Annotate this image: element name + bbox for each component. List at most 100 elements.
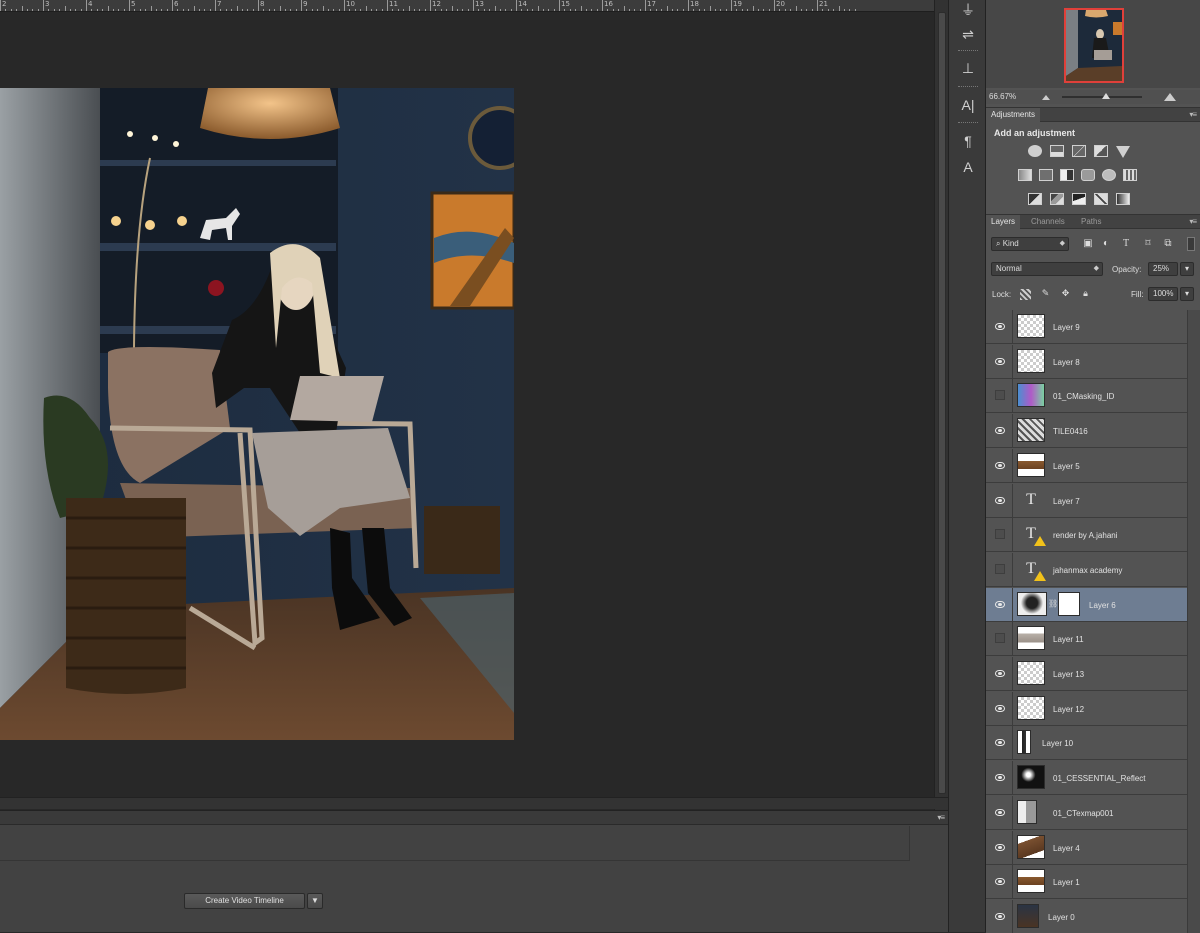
layer-row[interactable]: Layer 10 (986, 726, 1187, 761)
threshold-icon[interactable] (1072, 193, 1086, 205)
lock-image-brush-icon[interactable]: ✎ (1040, 288, 1051, 299)
document-canvas[interactable] (0, 12, 935, 797)
fill-input[interactable]: 100% (1148, 287, 1178, 301)
visibility-toggle[interactable] (986, 657, 1013, 691)
tab-paths[interactable]: Paths (1076, 215, 1106, 229)
tab-layers[interactable]: Layers (986, 215, 1021, 229)
tab-adjustments[interactable]: Adjustments (986, 108, 1041, 122)
layer-thumbnail[interactable] (1017, 869, 1045, 894)
layer-name[interactable]: Layer 13 (1053, 670, 1084, 679)
visibility-toggle[interactable] (986, 518, 1013, 553)
visibility-toggle[interactable] (986, 552, 1013, 587)
selective-color-icon[interactable] (1094, 193, 1108, 205)
character-styles-icon[interactable]: A (958, 157, 978, 177)
photo-filter-icon[interactable] (1081, 169, 1095, 181)
panel-menu-icon[interactable]: ▾≡ (937, 813, 945, 822)
zoom-out-icon[interactable] (1042, 95, 1050, 100)
visibility-toggle[interactable] (986, 865, 1013, 900)
layer-thumbnail[interactable] (1017, 626, 1045, 651)
fill-slider-button[interactable]: ▾ (1180, 287, 1194, 301)
layer-name[interactable]: 01_CESSENTIAL_Reflect (1053, 774, 1146, 783)
layer-thumbnail[interactable] (1017, 765, 1045, 790)
visibility-toggle[interactable] (986, 622, 1013, 657)
layer-row[interactable]: Layer 13 (986, 657, 1187, 691)
filter-kind-select[interactable]: ⌕ Kind ◆ (991, 237, 1069, 251)
layer-name[interactable]: render by A.jahani (1053, 531, 1118, 540)
visibility-toggle[interactable] (986, 310, 1013, 344)
layers-scrollbar[interactable] (1187, 310, 1200, 933)
visibility-toggle[interactable] (986, 483, 1013, 518)
posterize-icon[interactable] (1050, 193, 1064, 205)
levels-icon[interactable] (1050, 145, 1064, 157)
visibility-toggle[interactable] (986, 587, 1013, 622)
gradient-map-icon[interactable] (1116, 193, 1130, 205)
clone-source-icon[interactable]: ⊥ (958, 58, 978, 78)
layer-mask-thumbnail[interactable] (1058, 591, 1080, 616)
layer-name[interactable]: 01_CTexmap001 (1053, 809, 1113, 818)
layer-row[interactable]: T Layer 7 (986, 483, 1187, 518)
exposure-icon[interactable] (1094, 145, 1108, 157)
scrollbar-thumb[interactable] (938, 12, 946, 794)
brightness-contrast-icon[interactable] (1028, 145, 1042, 157)
layer-name[interactable]: Layer 4 (1053, 844, 1080, 853)
layer-name[interactable]: 01_CMasking_ID (1053, 392, 1114, 401)
visibility-toggle[interactable] (986, 448, 1013, 483)
layer-name[interactable]: Layer 12 (1053, 705, 1084, 714)
layer-row[interactable]: Layer 4 (986, 830, 1187, 865)
opacity-input[interactable]: 25% (1148, 262, 1178, 276)
visibility-toggle[interactable] (986, 414, 1013, 449)
curves-icon[interactable] (1072, 145, 1086, 157)
layer-row[interactable]: 01_CTexmap001 (986, 795, 1187, 830)
filter-toggle[interactable] (1187, 237, 1195, 251)
chevron-down-icon[interactable]: ▼ (307, 893, 323, 909)
layer-name[interactable]: TILE0416 (1053, 427, 1088, 436)
layer-name[interactable]: Layer 11 (1053, 635, 1084, 644)
black-white-icon[interactable] (1060, 169, 1074, 181)
layer-name[interactable]: Layer 6 (1089, 601, 1116, 610)
layer-name[interactable]: Layer 0 (1048, 913, 1075, 922)
hue-saturation-icon[interactable] (1018, 169, 1032, 181)
zoom-in-icon[interactable] (1164, 93, 1176, 101)
character-icon[interactable]: A| (958, 95, 978, 115)
layer-thumbnail[interactable] (1017, 348, 1045, 373)
canvas-vertical-scrollbar[interactable] (934, 0, 948, 810)
create-video-timeline-button[interactable]: Create Video Timeline (184, 893, 305, 909)
layer-name[interactable]: Layer 7 (1053, 497, 1080, 506)
channel-mixer-icon[interactable] (1102, 169, 1116, 181)
panel-menu-icon[interactable]: ▾≡ (1189, 110, 1197, 119)
layer-row[interactable]: Layer 5 (986, 448, 1187, 483)
layer-row[interactable]: 01_CESSENTIAL_Reflect (986, 761, 1187, 796)
layer-thumbnail[interactable] (1017, 591, 1047, 616)
layer-name[interactable]: jahanmax academy (1053, 566, 1122, 575)
paragraph-styles-icon[interactable]: ¶ (958, 131, 978, 151)
visibility-toggle[interactable] (986, 761, 1013, 796)
layer-name[interactable]: Layer 9 (1053, 323, 1080, 332)
layer-row[interactable]: Layer 9 (986, 310, 1187, 344)
layer-row[interactable]: Trender by A.jahani (986, 518, 1187, 553)
layer-thumbnail[interactable] (1017, 834, 1045, 859)
layer-row[interactable]: Layer 12 (986, 691, 1187, 726)
layer-thumbnail[interactable] (1017, 730, 1031, 755)
invert-icon[interactable] (1028, 193, 1042, 205)
layer-row[interactable]: 01_CMasking_ID (986, 379, 1187, 414)
layer-thumbnail[interactable] (1017, 661, 1045, 685)
layer-thumbnail[interactable] (1017, 383, 1045, 408)
smart-object-filter-icon[interactable]: ⧉ (1162, 238, 1174, 250)
layer-row[interactable]: Layer 0 (986, 899, 1187, 933)
layer-row[interactable]: ⛓ Layer 6 (986, 587, 1187, 622)
layer-thumbnail[interactable] (1017, 314, 1045, 338)
layer-thumbnail[interactable] (1017, 695, 1045, 720)
lock-transparent-icon[interactable] (1020, 289, 1031, 300)
layer-row[interactable]: TILE0416 (986, 414, 1187, 449)
layer-thumbnail[interactable] (1017, 903, 1039, 928)
visibility-toggle[interactable] (986, 726, 1013, 761)
blend-mode-select[interactable]: Normal ◆ (991, 262, 1103, 276)
brush-preset-icon[interactable]: ⏚ (958, 0, 978, 20)
visibility-toggle[interactable] (986, 344, 1013, 379)
layer-thumbnail[interactable] (1017, 452, 1045, 477)
zoom-level[interactable]: 66.67% (989, 92, 1016, 101)
lock-all-icon[interactable]: 🔒︎ (1080, 288, 1091, 299)
zoom-slider-handle[interactable] (1102, 93, 1110, 99)
opacity-slider-button[interactable]: ▾ (1180, 262, 1194, 276)
adjustment-filter-icon[interactable]: ◐ (1100, 238, 1112, 250)
